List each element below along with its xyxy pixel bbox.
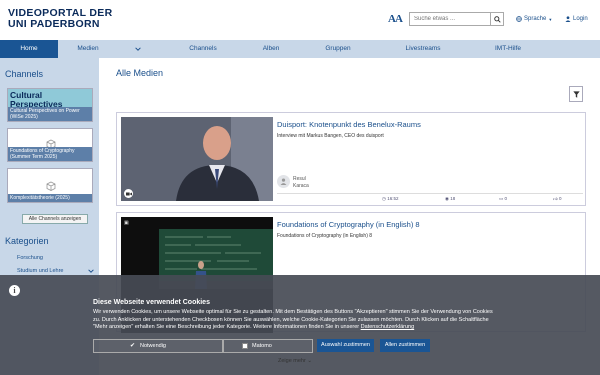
media-subtitle: Foundations of Cryptography (in English)…: [277, 233, 373, 239]
page-title: Alle Medien: [116, 68, 164, 78]
accept-all-button[interactable]: Allen zustimmen: [380, 339, 430, 352]
video-camera-icon: [124, 189, 133, 198]
user-icon: [565, 16, 571, 22]
all-channels-button[interactable]: Alle Channels anzeigen: [22, 214, 88, 224]
checkbox-notwendig-label: Notwendig: [140, 343, 166, 349]
media-thumbnail[interactable]: [121, 117, 273, 201]
login-link[interactable]: Login: [565, 16, 588, 22]
likes-stat: 👍︎ 0: [553, 196, 561, 202]
show-more-link[interactable]: Zeige mehr ⌄: [278, 358, 312, 364]
duration-value: 16:52: [387, 196, 399, 201]
duration-stat: ◷ 16:52: [382, 196, 398, 202]
media-stats: ◷ 16:52 ◉ 18 ▭ 0 👍︎ 0: [277, 193, 583, 202]
filter-icon: [572, 90, 580, 98]
font-size-icon[interactable]: AA: [388, 13, 403, 25]
author-name-last[interactable]: Karaca: [293, 183, 309, 189]
show-more-label: Zeige mehr: [278, 358, 306, 364]
search-input[interactable]: [410, 13, 490, 25]
logo-line-2: UNI PADERBORN: [8, 18, 100, 30]
caret-down-icon: ▼: [548, 16, 553, 22]
info-icon: i: [9, 285, 20, 296]
filter-button[interactable]: [569, 86, 583, 102]
media-title[interactable]: Foundations of Cryptography (in English)…: [277, 220, 420, 229]
checkbox-box[interactable]: [242, 343, 248, 349]
channel-label: Komplexitätstheorie (2025): [8, 194, 92, 202]
checkbox-matomo[interactable]: Matomo: [223, 339, 313, 353]
cube-icon: [46, 181, 56, 191]
likes-value: 0: [558, 196, 562, 201]
nav-livestreams[interactable]: Livestreams: [398, 40, 448, 58]
slides-icon: ▣: [124, 220, 129, 226]
nav-alben[interactable]: Alben: [254, 40, 288, 58]
channel-card[interactable]: Cultural Perspectives Cultural Perspecti…: [7, 88, 93, 122]
search-button[interactable]: [490, 13, 503, 25]
chevron-down-icon: ⌄: [307, 358, 312, 364]
nav-gruppen[interactable]: Gruppen: [316, 40, 360, 58]
login-label: Login: [573, 16, 588, 22]
media-card[interactable]: Duisport: Knotenpunkt des Benelux-Raums …: [116, 112, 586, 206]
checkbox-matomo-label: Matomo: [252, 343, 272, 349]
cookie-consent-banner: i Diese Webseite verwendet Cookies Wir v…: [0, 275, 600, 375]
privacy-policy-link[interactable]: Datenschutzerklärung: [361, 324, 415, 330]
views-stat: ◉ 18: [445, 196, 455, 202]
nav-home[interactable]: Home: [0, 40, 58, 58]
cookie-text: Wir verwenden Cookies, um unsere Webseit…: [93, 309, 493, 332]
chevron-down-icon[interactable]: [88, 269, 94, 273]
author-name-first[interactable]: Resul: [293, 176, 306, 182]
channel-label: Foundations of Cryptography (Summer Term…: [8, 147, 92, 161]
site-logo[interactable]: VIDEOPORTAL DER UNI PADERBORN: [8, 8, 112, 30]
author-avatar[interactable]: [277, 175, 290, 188]
comment-icon: ▭: [499, 196, 504, 201]
eye-icon: ◉: [445, 196, 449, 201]
media-title[interactable]: Duisport: Knotenpunkt des Benelux-Raums: [277, 120, 421, 129]
comments-value: 0: [504, 196, 508, 201]
categories-heading: Kategorien: [5, 236, 49, 246]
clock-icon: ◷: [382, 196, 386, 201]
channel-card[interactable]: Komplexitätstheorie (2025): [7, 168, 93, 203]
cookie-title: Diese Webseite verwendet Cookies: [93, 299, 210, 306]
media-subtitle: Interview mit Markus Bangen, CEO des dui…: [277, 133, 384, 139]
nav-channels[interactable]: Channels: [180, 40, 226, 58]
thumbs-up-icon: 👍︎: [553, 196, 558, 201]
category-forschung[interactable]: Forschung: [17, 255, 43, 261]
chevron-down-icon: [135, 47, 141, 51]
language-label: Sprache: [524, 16, 547, 22]
nav-medien[interactable]: Medien: [68, 40, 108, 58]
channel-label: Cultural Perspectives on Power (WiSe 202…: [8, 107, 92, 121]
channel-card[interactable]: Foundations of Cryptography (Summer Term…: [7, 128, 93, 162]
globe-icon: [516, 16, 522, 22]
cookie-description: Wir verwenden Cookies, um unsere Webseit…: [93, 309, 493, 330]
channels-heading: Channels: [5, 69, 44, 79]
speaker-video-frame: [121, 117, 273, 201]
header: VIDEOPORTAL DER UNI PADERBORN AA Sprache…: [0, 0, 600, 40]
checkbox-notwendig[interactable]: ✔ Notwendig: [93, 339, 223, 353]
checkmark-icon: ✔: [130, 343, 136, 349]
category-studium-und-lehre[interactable]: Studium und Lehre: [17, 268, 63, 274]
nav-imt-hilfe[interactable]: IMT-Hilfe: [485, 40, 531, 58]
nav-medien-chevron-down-icon[interactable]: [130, 40, 146, 58]
main-navigation: Home Medien Channels Alben Gruppen Lives…: [0, 40, 600, 58]
comments-stat: ▭ 0: [499, 196, 507, 202]
search-icon: [493, 15, 501, 23]
language-selector[interactable]: Sprache ▼: [516, 16, 552, 22]
accept-selection-button[interactable]: Auswahl zustimmen: [317, 339, 374, 352]
user-icon: [280, 178, 287, 185]
search-box: [409, 12, 504, 26]
views-value: 18: [450, 196, 456, 201]
